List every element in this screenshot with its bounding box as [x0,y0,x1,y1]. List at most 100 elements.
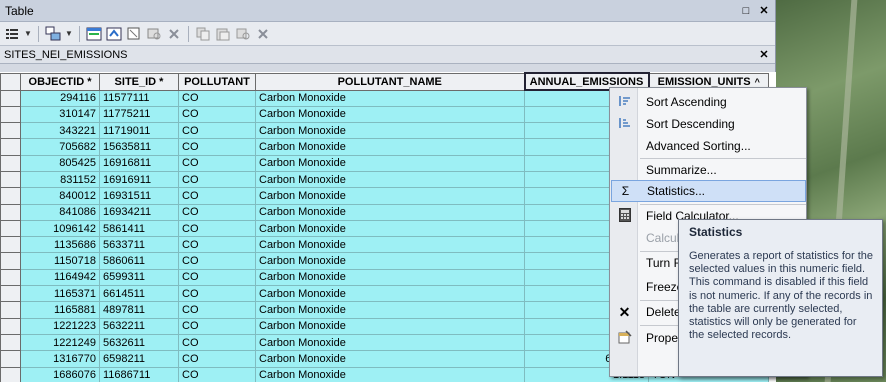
row-selector[interactable] [0,301,21,319]
cell-site-id[interactable]: 5860611 [99,252,179,270]
cell-pollutant-name[interactable]: Carbon Monoxide [255,187,525,205]
cell-objectid[interactable]: 1316770 [20,350,100,368]
cell-pollutant[interactable]: CO [178,170,256,189]
row-selector[interactable] [0,122,21,140]
cell-objectid[interactable]: 841086 [20,203,100,221]
cell-pollutant-name[interactable]: Carbon Monoxide [255,122,525,140]
cell-pollutant[interactable]: CO [178,252,256,270]
column-header-pollutant[interactable]: POLLUTANT [178,72,256,91]
cell-objectid[interactable]: 1164942 [20,268,100,287]
cell-site-id[interactable]: 6614511 [99,285,179,303]
cell-pollutant[interactable]: CO [178,285,256,303]
row-selector[interactable] [0,219,21,238]
close-window-button[interactable]: ✕ [757,4,771,18]
zoom-icon[interactable] [235,26,251,42]
cell-objectid[interactable]: 294116 [20,89,100,107]
cell-objectid[interactable]: 1686076 [20,366,100,382]
menu-item-summarize[interactable]: Summarize... [611,159,806,181]
row-selector[interactable] [0,252,21,270]
chevron-down-icon[interactable]: ▼ [65,29,73,38]
cell-site-id[interactable]: 11577111 [99,89,179,107]
cell-site-id[interactable]: 6598211 [99,350,179,368]
cell-objectid[interactable]: 310147 [20,105,100,124]
cell-pollutant-name[interactable]: Carbon Monoxide [255,219,525,238]
cell-pollutant[interactable]: CO [178,317,256,335]
row-selector[interactable] [0,187,21,205]
cell-pollutant-name[interactable]: Carbon Monoxide [255,252,525,270]
cell-site-id[interactable]: 4897811 [99,301,179,319]
cell-pollutant[interactable]: CO [178,187,256,205]
column-header-site-id[interactable]: SITE_ID * [99,72,179,91]
cell-objectid[interactable]: 831152 [20,170,100,189]
cell-pollutant-name[interactable]: Carbon Monoxide [255,317,525,335]
row-selector[interactable] [0,333,21,352]
row-selector-header[interactable] [0,72,21,91]
cell-pollutant[interactable]: CO [178,105,256,124]
zoom-to-selected-icon[interactable] [146,26,162,42]
cell-site-id[interactable]: 11775211 [99,105,179,124]
cell-pollutant-name[interactable]: Carbon Monoxide [255,105,525,124]
close-tab-button[interactable]: ✕ [757,48,771,61]
cell-objectid[interactable]: 1135686 [20,236,100,254]
cell-objectid[interactable]: 805425 [20,154,100,172]
cell-objectid[interactable]: 1150718 [20,252,100,270]
menu-item-sort-descending[interactable]: Sort Descending [611,113,806,135]
cell-pollutant-name[interactable]: Carbon Monoxide [255,236,525,254]
chevron-down-icon[interactable]: ▼ [24,29,32,38]
cell-pollutant-name[interactable]: Carbon Monoxide [255,138,525,156]
cell-site-id[interactable]: 5633711 [99,236,179,254]
cell-objectid[interactable]: 1096142 [20,219,100,238]
row-selector[interactable] [0,154,21,172]
tab-sites-nei-emissions[interactable]: SITES_NEI_EMISSIONS [4,49,757,61]
cell-site-id[interactable]: 11686711 [99,366,179,382]
cell-pollutant[interactable]: CO [178,301,256,319]
cell-pollutant[interactable]: CO [178,236,256,254]
cell-pollutant[interactable]: CO [178,154,256,172]
cell-pollutant-name[interactable]: Carbon Monoxide [255,366,525,382]
cell-pollutant[interactable]: CO [178,203,256,221]
restore-button[interactable]: □ [739,4,753,18]
row-selector[interactable] [0,236,21,254]
row-selector[interactable] [0,170,21,189]
cell-pollutant-name[interactable]: Carbon Monoxide [255,268,525,287]
cell-pollutant-name[interactable]: Carbon Monoxide [255,285,525,303]
cell-pollutant-name[interactable]: Carbon Monoxide [255,333,525,352]
select-by-attributes-icon[interactable] [86,26,102,42]
cell-objectid[interactable]: 705682 [20,138,100,156]
cell-pollutant[interactable]: CO [178,89,256,107]
cell-objectid[interactable]: 343221 [20,122,100,140]
row-selector[interactable] [0,317,21,335]
copy-icon[interactable] [195,26,211,42]
cell-site-id[interactable]: 5632611 [99,333,179,352]
menu-item-statistics[interactable]: Σ Statistics... [611,180,806,202]
cell-objectid[interactable]: 1165881 [20,301,100,319]
cell-pollutant[interactable]: CO [178,333,256,352]
cell-objectid[interactable]: 1221249 [20,333,100,352]
cell-pollutant[interactable]: CO [178,219,256,238]
cell-site-id[interactable]: 5861411 [99,219,179,238]
cell-objectid[interactable]: 1165371 [20,285,100,303]
cell-objectid[interactable]: 1221223 [20,317,100,335]
cell-site-id[interactable]: 15635811 [99,138,179,156]
cell-site-id[interactable]: 5632211 [99,317,179,335]
cell-pollutant-name[interactable]: Carbon Monoxide [255,350,525,368]
switch-selection-icon[interactable] [106,26,122,42]
cell-pollutant-name[interactable]: Carbon Monoxide [255,203,525,221]
delete-selected-icon[interactable] [166,26,182,42]
cell-site-id[interactable]: 11719011 [99,122,179,140]
cell-site-id[interactable]: 16916911 [99,170,179,189]
column-header-objectid[interactable]: OBJECTID * [20,72,100,91]
row-selector[interactable] [0,138,21,156]
cell-site-id[interactable]: 16931511 [99,187,179,205]
cell-pollutant[interactable]: CO [178,350,256,368]
row-selector[interactable] [0,203,21,221]
cell-pollutant-name[interactable]: Carbon Monoxide [255,89,525,107]
row-selector[interactable] [0,366,21,382]
related-tables-icon[interactable] [45,26,61,42]
row-selector[interactable] [0,285,21,303]
menu-item-advanced-sorting[interactable]: Advanced Sorting... [611,135,806,157]
cell-site-id[interactable]: 16934211 [99,203,179,221]
cell-site-id[interactable]: 16916811 [99,154,179,172]
delete-icon[interactable] [255,26,271,42]
row-selector[interactable] [0,89,21,107]
